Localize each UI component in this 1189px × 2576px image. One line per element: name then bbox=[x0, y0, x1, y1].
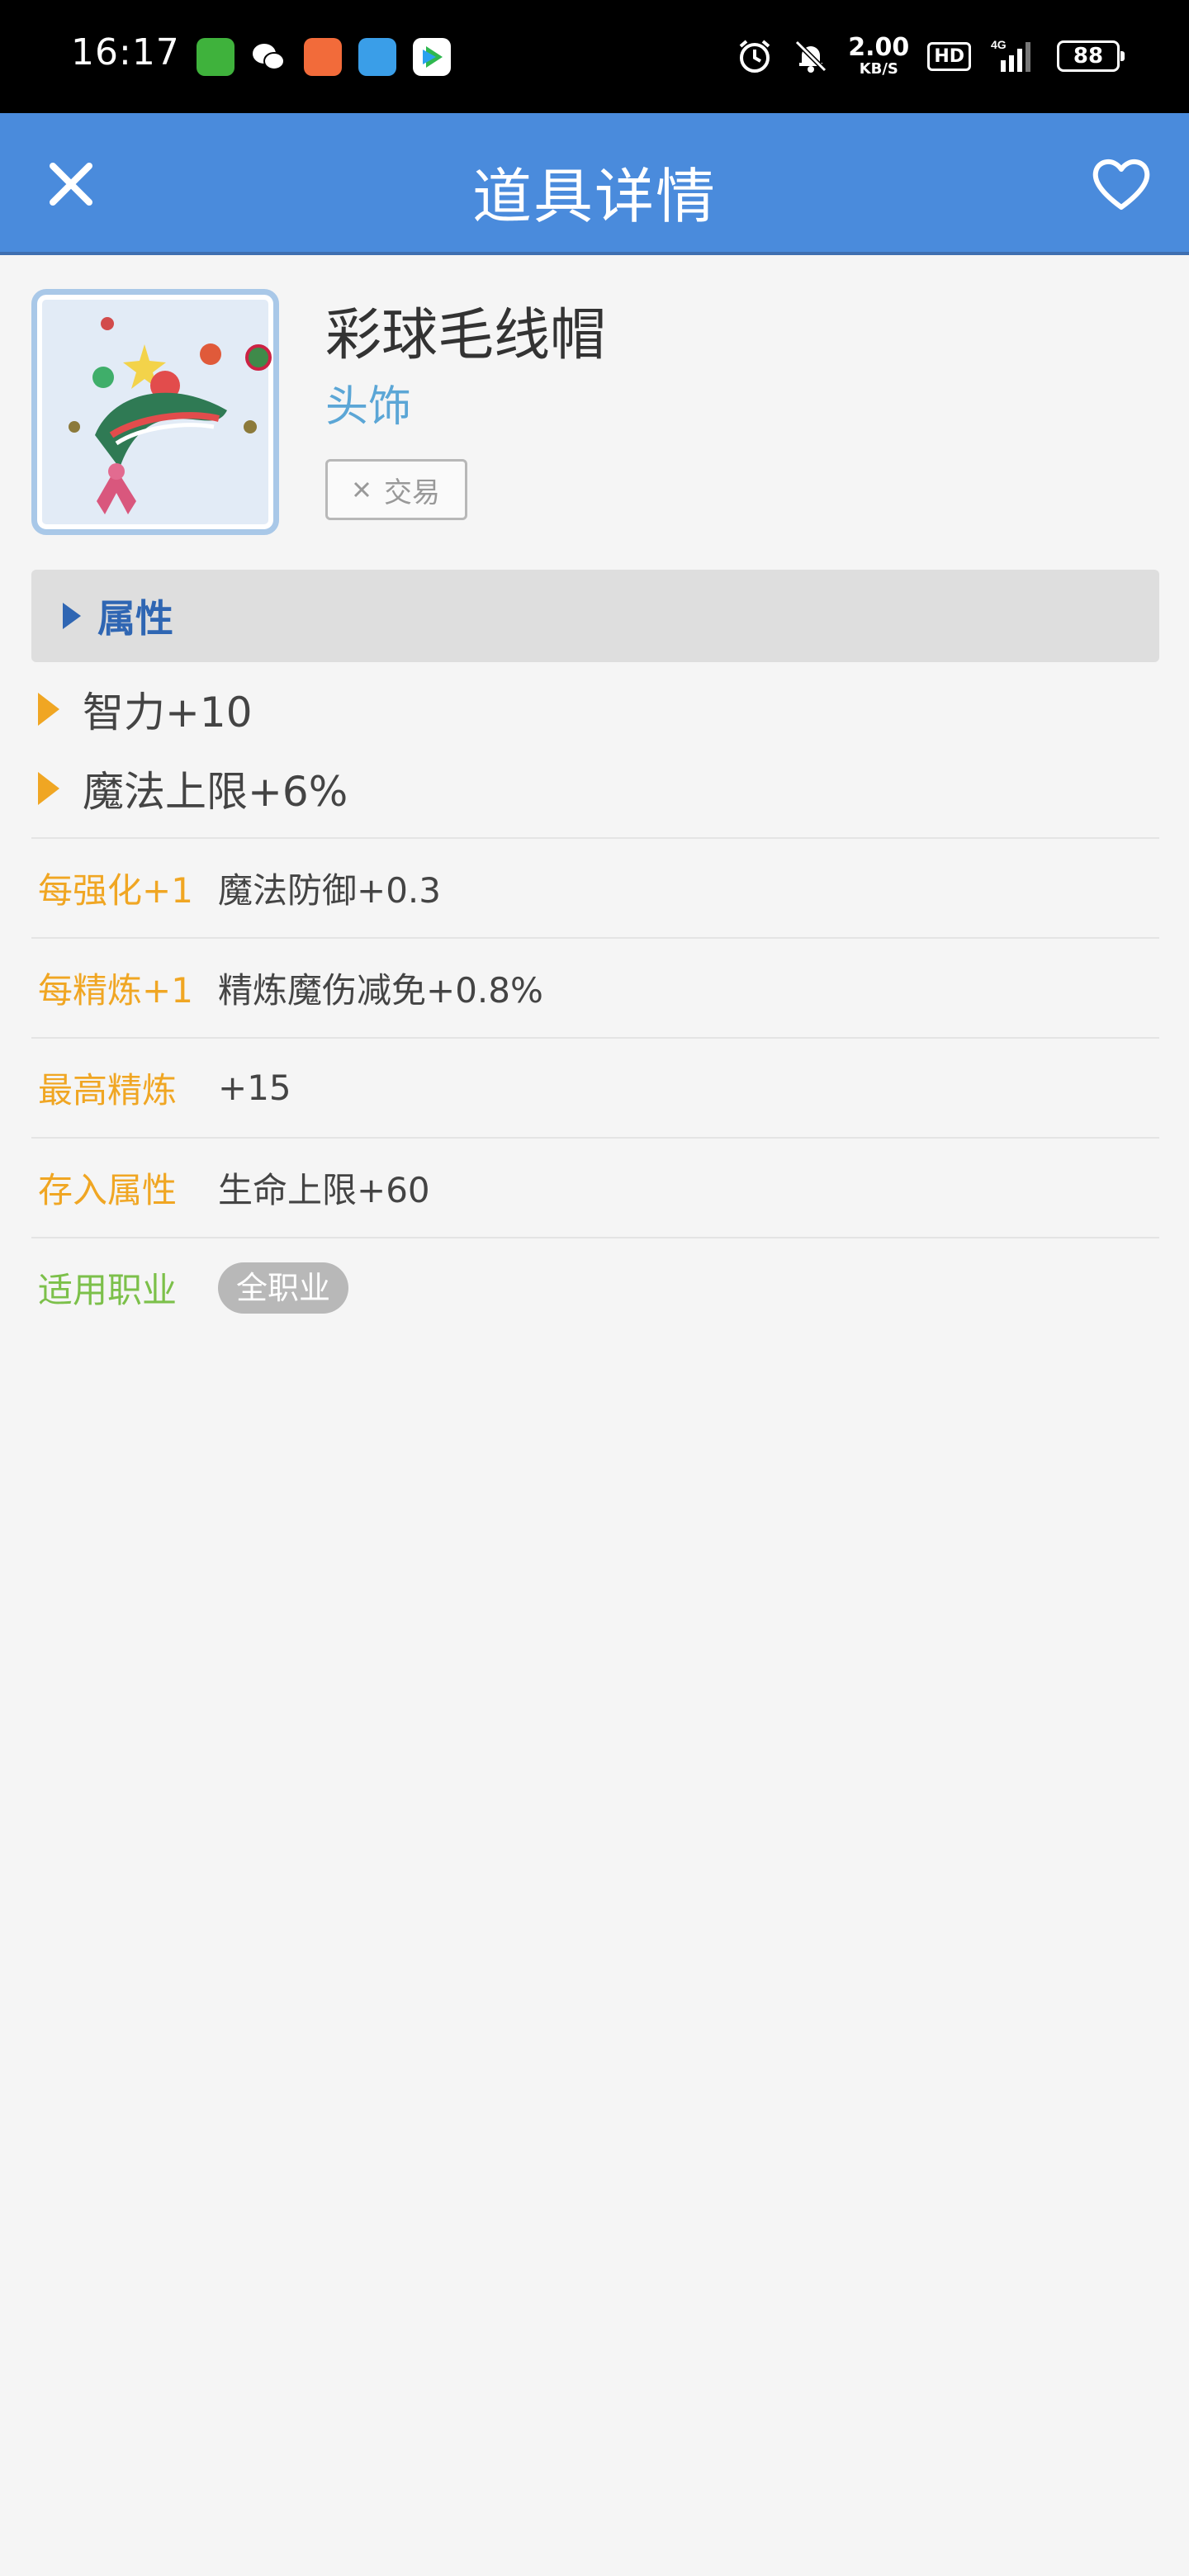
trade-tag: 交易 bbox=[325, 459, 467, 520]
svg-text:4G: 4G bbox=[991, 38, 1007, 51]
bullet-triangle-icon bbox=[38, 693, 59, 726]
property-label: 每强化+1 bbox=[38, 870, 193, 911]
alarm-icon bbox=[739, 40, 770, 73]
property-value: 魔法防御+0.3 bbox=[218, 870, 441, 911]
attributes-section-header[interactable]: 属性 bbox=[31, 570, 1159, 662]
hd-badge: HD bbox=[927, 41, 971, 71]
property-label: 每精炼+1 bbox=[38, 970, 193, 1011]
property-value: +15 bbox=[218, 1068, 291, 1108]
item-name: 彩球毛线帽 bbox=[325, 303, 607, 368]
battery-indicator: 88 bbox=[1057, 40, 1125, 72]
favorite-button[interactable] bbox=[1088, 151, 1154, 217]
property-value: 精炼魔伤减免+0.8% bbox=[218, 970, 543, 1011]
status-bar: 16:17 2.00 KB/S HD 4G 88 bbox=[0, 0, 1189, 113]
cross-icon bbox=[353, 481, 370, 498]
expand-triangle-icon bbox=[63, 603, 81, 629]
status-indicators: 2.00 KB/S HD 4G 88 bbox=[736, 33, 1125, 79]
signal-icon: 4G bbox=[991, 38, 1030, 72]
property-label: 存入属性 bbox=[38, 1170, 178, 1210]
app-bar: 道具详情 bbox=[0, 113, 1189, 255]
network-speed: 2.00 KB/S bbox=[848, 33, 910, 78]
bullet-triangle-icon bbox=[38, 772, 59, 805]
property-row: 最高精炼 +15 bbox=[31, 1037, 1159, 1137]
yarn-hat-icon bbox=[69, 317, 272, 514]
mute-bell-icon bbox=[795, 40, 827, 73]
item-image bbox=[31, 289, 279, 535]
trade-tag-label: 交易 bbox=[384, 476, 440, 509]
wechat-icon bbox=[249, 38, 287, 76]
property-row: 每强化+1 魔法防御+0.3 bbox=[31, 837, 1159, 937]
job-chip: 全职业 bbox=[218, 1262, 349, 1314]
job-row: 适用职业 全职业 bbox=[31, 1237, 1159, 1337]
property-label: 最高精炼 bbox=[38, 1070, 178, 1110]
app-notification-icon bbox=[358, 38, 396, 76]
app-notification-icon bbox=[304, 38, 342, 76]
section-title: 属性 bbox=[97, 596, 173, 641]
heart-outline-icon bbox=[1092, 159, 1150, 210]
attribute-text: 智力+10 bbox=[83, 689, 253, 736]
property-row: 每精炼+1 精炼魔伤减免+0.8% bbox=[31, 937, 1159, 1037]
attribute-item: 智力+10 bbox=[38, 680, 253, 738]
page-title: 道具详情 bbox=[471, 162, 717, 231]
job-label: 适用职业 bbox=[38, 1270, 178, 1310]
video-app-icon bbox=[413, 38, 451, 76]
property-row: 存入属性 生命上限+60 bbox=[31, 1137, 1159, 1237]
status-time: 16:17 bbox=[71, 31, 180, 73]
item-type: 头饰 bbox=[325, 382, 412, 432]
property-value: 生命上限+60 bbox=[218, 1170, 430, 1210]
app-notification-icon bbox=[197, 38, 234, 76]
attribute-item: 魔法上限+6% bbox=[38, 760, 348, 817]
attribute-text: 魔法上限+6% bbox=[83, 768, 348, 816]
